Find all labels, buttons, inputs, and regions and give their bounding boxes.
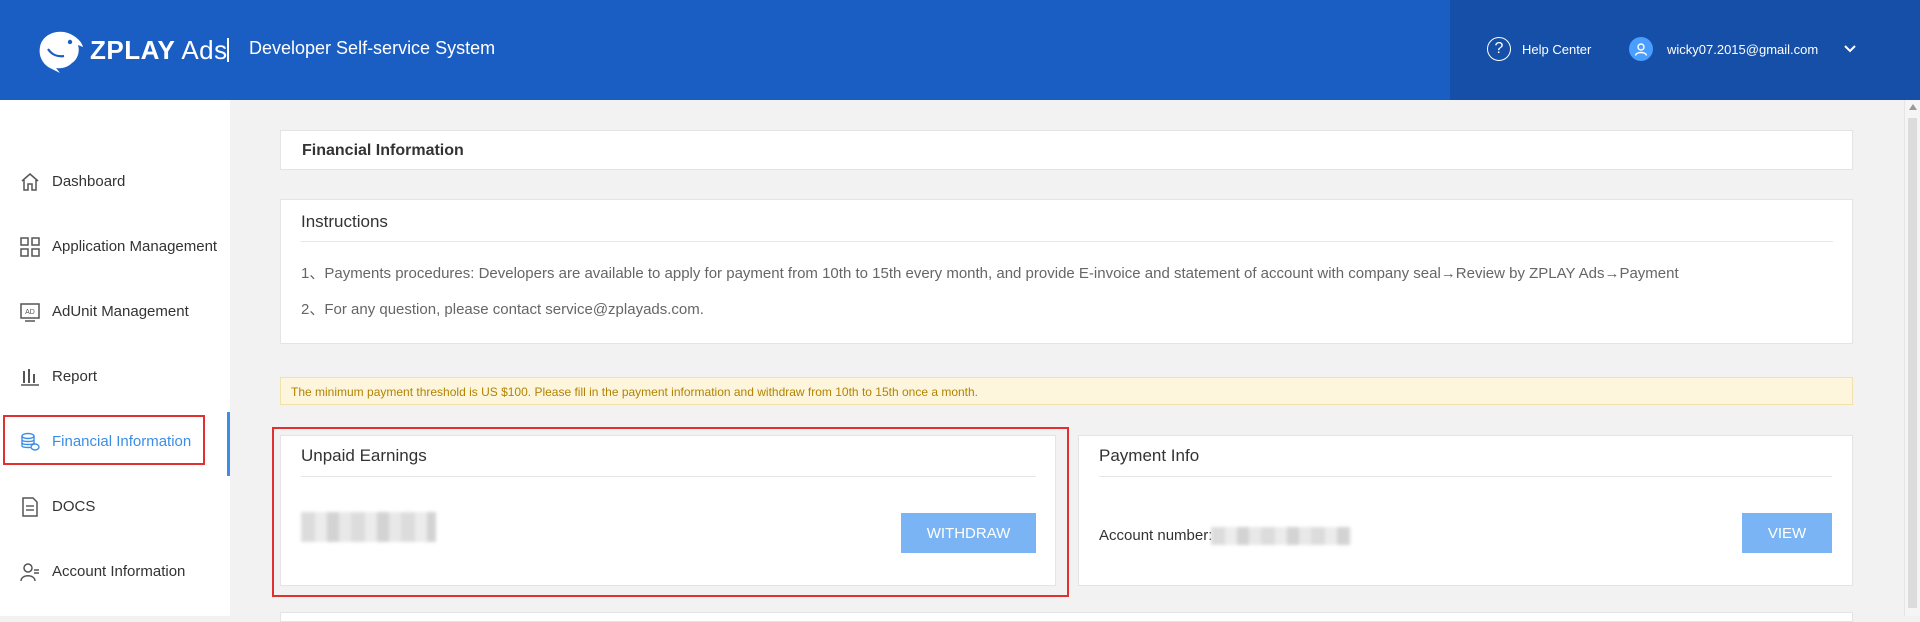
sidebar-item-label: AdUnit Management: [52, 303, 189, 320]
bar-chart-icon: [21, 369, 39, 386]
sidebar-item-label: Report: [52, 368, 98, 385]
redacted-account-number: [1211, 527, 1351, 545]
brand-suffix: Ads: [181, 34, 228, 65]
payment-info-title: Payment Info: [1099, 446, 1200, 465]
threshold-notice: The minimum payment threshold is US $100…: [280, 377, 1853, 405]
user-menu[interactable]: wicky07.2015@gmail.com: [1629, 37, 1818, 61]
sidebar-item-adunit-management[interactable]: AD AdUnit Management: [0, 292, 230, 332]
top-header: ZPLAY Ads Developer Self-service System ?…: [0, 0, 1920, 100]
sidebar-item-report[interactable]: Report: [0, 357, 230, 397]
sidebar-item-label: Application Management: [52, 238, 218, 255]
account-icon: [20, 563, 39, 582]
document-icon: [22, 497, 38, 517]
help-icon: ?: [1487, 37, 1511, 61]
grid-icon: [20, 237, 40, 257]
highlight-box-nav: [3, 415, 205, 465]
sidebar-item-label: DOCS: [52, 498, 96, 515]
system-title: Developer Self-service System: [249, 38, 496, 58]
sidebar-item-label: Account Information: [52, 563, 186, 580]
brand-text: ZPLAY Ads: [90, 35, 228, 66]
view-button[interactable]: VIEW: [1742, 513, 1832, 553]
help-center-label: Help Center: [1522, 41, 1592, 57]
payment-info-card: Payment Info Account number: VIEW: [1078, 435, 1853, 586]
vertical-scrollbar[interactable]: [1904, 100, 1920, 616]
sidebar-item-dashboard[interactable]: Dashboard: [0, 162, 230, 202]
sidebar-item-application-management[interactable]: Application Management: [0, 227, 230, 267]
user-avatar-icon: [1629, 37, 1653, 61]
brand-logo[interactable]: ZPLAY Ads: [34, 26, 228, 74]
ad-icon: AD: [20, 303, 40, 322]
account-number-label: Account number:: [1099, 527, 1213, 544]
svg-text:AD: AD: [25, 309, 35, 316]
divider: [1099, 476, 1832, 477]
instruction-line-2: 2、For any question, please contact servi…: [301, 301, 704, 318]
help-center-link[interactable]: ? Help Center: [1487, 37, 1591, 61]
page-title-panel: Financial Information: [280, 130, 1853, 170]
brand-name: ZPLAY: [90, 34, 176, 65]
sidebar-item-docs[interactable]: DOCS: [0, 487, 230, 527]
sidebar: Dashboard Application Management AD AdUn…: [0, 100, 230, 616]
scroll-thumb[interactable]: [1908, 118, 1917, 608]
threshold-notice-text: The minimum payment threshold is US $100…: [291, 385, 979, 399]
sidebar-item-account-information[interactable]: Account Information: [0, 552, 230, 592]
instructions-title: Instructions: [301, 212, 388, 231]
sidebar-item-label: Dashboard: [52, 173, 126, 190]
active-indicator: [227, 412, 230, 476]
chevron-down-icon[interactable]: [1843, 41, 1857, 55]
instructions-panel: Instructions 1、Payments procedures: Deve…: [280, 199, 1853, 344]
highlight-box-unpaid: [272, 427, 1069, 597]
home-icon: [21, 173, 39, 191]
header-divider: [227, 38, 229, 62]
dolphin-logo-icon: [39, 31, 83, 73]
user-email: wicky07.2015@gmail.com: [1667, 41, 1819, 57]
divider: [301, 241, 1833, 242]
scroll-up-icon[interactable]: [1909, 104, 1917, 110]
next-panel-edge: [280, 612, 1853, 622]
instruction-line-1: 1、Payments procedures: Developers are av…: [301, 265, 1679, 282]
page-title: Financial Information: [302, 142, 464, 159]
